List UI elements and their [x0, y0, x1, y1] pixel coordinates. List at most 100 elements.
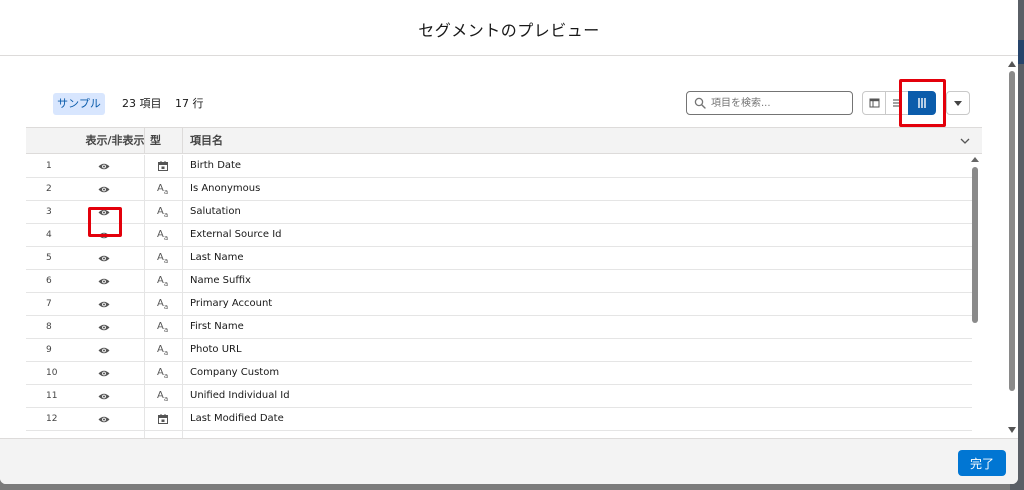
- row-number: 2: [46, 184, 52, 194]
- row-number: 7: [46, 299, 52, 309]
- visibility-toggle[interactable]: [98, 224, 110, 246]
- search-input[interactable]: [711, 94, 849, 112]
- text-type-icon: Aa: [157, 252, 169, 265]
- field-name: Salutation: [190, 206, 241, 217]
- row-number: 1: [46, 161, 52, 171]
- eye-icon[interactable]: [98, 369, 110, 378]
- visibility-toggle[interactable]: [98, 339, 110, 361]
- calendar-icon: [157, 408, 171, 430]
- row-number: 9: [46, 345, 52, 355]
- scroll-down-arrow[interactable]: [1008, 427, 1016, 433]
- field-table: 表示/非表示 型 項目名 1 Birth Date 2 Aa Is Anonymous 3…: [26, 127, 982, 438]
- eye-icon[interactable]: [98, 415, 110, 424]
- visibility-toggle[interactable]: [98, 247, 110, 269]
- visibility-toggle[interactable]: [98, 293, 110, 315]
- visibility-toggle[interactable]: [98, 316, 110, 338]
- eye-icon[interactable]: [98, 254, 110, 263]
- column-view-button[interactable]: [908, 91, 936, 115]
- visibility-toggle[interactable]: [98, 408, 110, 430]
- table-row[interactable]: 4 Aa External Source Id: [26, 224, 972, 247]
- field-name: Last Name: [190, 252, 244, 263]
- scrollbar-thumb[interactable]: [1009, 71, 1015, 391]
- eye-icon[interactable]: [98, 208, 110, 217]
- table-scrollbar[interactable]: [970, 155, 980, 438]
- row-number: 10: [46, 368, 58, 378]
- visibility-toggle[interactable]: [98, 178, 110, 200]
- table-row[interactable]: 12 Last Modified Date: [26, 408, 972, 431]
- view-menu-button[interactable]: [946, 91, 970, 115]
- list-view-icon: [893, 99, 900, 107]
- field-name: Birth Date: [190, 160, 242, 171]
- field-name: Last Modified Date: [190, 413, 284, 424]
- table-row[interactable]: 11 Aa Unified Individual Id: [26, 385, 972, 408]
- text-type-icon: Aa: [157, 183, 169, 196]
- visibility-toggle[interactable]: [98, 270, 110, 292]
- eye-icon[interactable]: [98, 185, 110, 194]
- header-type[interactable]: 型: [150, 128, 182, 154]
- field-name: Unified Individual Id: [190, 390, 290, 401]
- field-count: 23 項目: [122, 97, 162, 110]
- table-view-button[interactable]: [862, 91, 886, 115]
- segment-preview-modal: セグメントのプレビュー サンプル 23 項目 17 行 項目を検索... 表示/…: [0, 0, 1018, 484]
- table-row[interactable]: 10 Aa Company Custom: [26, 362, 972, 385]
- scrollbar-thumb[interactable]: [972, 167, 978, 323]
- scroll-up-arrow[interactable]: [971, 157, 979, 162]
- header-field-name[interactable]: 項目名: [190, 128, 490, 154]
- text-type-icon: Aa: [157, 298, 169, 311]
- modal-footer: 完了: [0, 438, 1018, 484]
- field-name: Primary Account: [190, 298, 273, 309]
- field-name: Company Custom: [190, 367, 280, 378]
- field-name: Is Anonymous: [190, 183, 261, 194]
- table-row[interactable]: 2 Aa Is Anonymous: [26, 178, 972, 201]
- row-number: 6: [46, 276, 52, 286]
- calendar-icon: [157, 155, 171, 177]
- row-number: 12: [46, 414, 58, 424]
- table-row[interactable]: 8 Aa First Name: [26, 316, 972, 339]
- text-type-icon: Aa: [157, 321, 169, 334]
- row-number: 5: [46, 253, 52, 263]
- row-number: 4: [46, 230, 52, 240]
- scroll-up-arrow[interactable]: [1008, 61, 1016, 67]
- eye-icon[interactable]: [98, 162, 110, 171]
- eye-icon[interactable]: [98, 323, 110, 332]
- list-view-button[interactable]: [885, 91, 909, 115]
- sample-tab[interactable]: サンプル: [53, 93, 105, 115]
- modal-scrollbar[interactable]: [1006, 57, 1018, 438]
- eye-icon[interactable]: [98, 231, 110, 240]
- search-icon: [694, 97, 706, 109]
- text-type-icon: Aa: [157, 367, 169, 380]
- chevron-down-icon: [954, 101, 962, 106]
- row-count: 17 行: [175, 97, 204, 110]
- search-box[interactable]: [686, 91, 853, 115]
- header-divider: [144, 128, 145, 154]
- visibility-toggle[interactable]: [98, 362, 110, 384]
- row-number: 3: [46, 207, 52, 217]
- field-name: Name Suffix: [190, 275, 251, 286]
- table-row[interactable]: 6 Aa Name Suffix: [26, 270, 972, 293]
- eye-icon[interactable]: [98, 300, 110, 309]
- visibility-toggle[interactable]: [98, 155, 110, 177]
- table-row[interactable]: 5 Aa Last Name: [26, 247, 972, 270]
- table-row[interactable]: 3 Aa Salutation: [26, 201, 972, 224]
- table-header: 表示/非表示 型 項目名: [26, 128, 982, 154]
- field-name: External Source Id: [190, 229, 282, 240]
- chevron-down-icon[interactable]: [960, 137, 970, 145]
- table-row[interactable]: 7 Aa Primary Account: [26, 293, 972, 316]
- text-type-icon: Aa: [157, 206, 169, 219]
- table-view-icon: [869, 98, 880, 108]
- table-row[interactable]: 1 Birth Date: [26, 155, 972, 178]
- text-type-icon: Aa: [157, 344, 169, 357]
- row-number: 11: [46, 391, 58, 401]
- modal-header: セグメントのプレビュー: [0, 0, 1018, 56]
- eye-icon[interactable]: [98, 392, 110, 401]
- table-row[interactable]: 9 Aa Photo URL: [26, 339, 972, 362]
- done-button[interactable]: 完了: [958, 450, 1006, 476]
- column-view-icon: [918, 98, 926, 108]
- header-visibility[interactable]: 表示/非表示: [82, 128, 148, 154]
- text-type-icon: Aa: [157, 275, 169, 288]
- field-name: Photo URL: [190, 344, 242, 355]
- visibility-toggle[interactable]: [98, 201, 110, 223]
- eye-icon[interactable]: [98, 346, 110, 355]
- eye-icon[interactable]: [98, 277, 110, 286]
- visibility-toggle[interactable]: [98, 385, 110, 407]
